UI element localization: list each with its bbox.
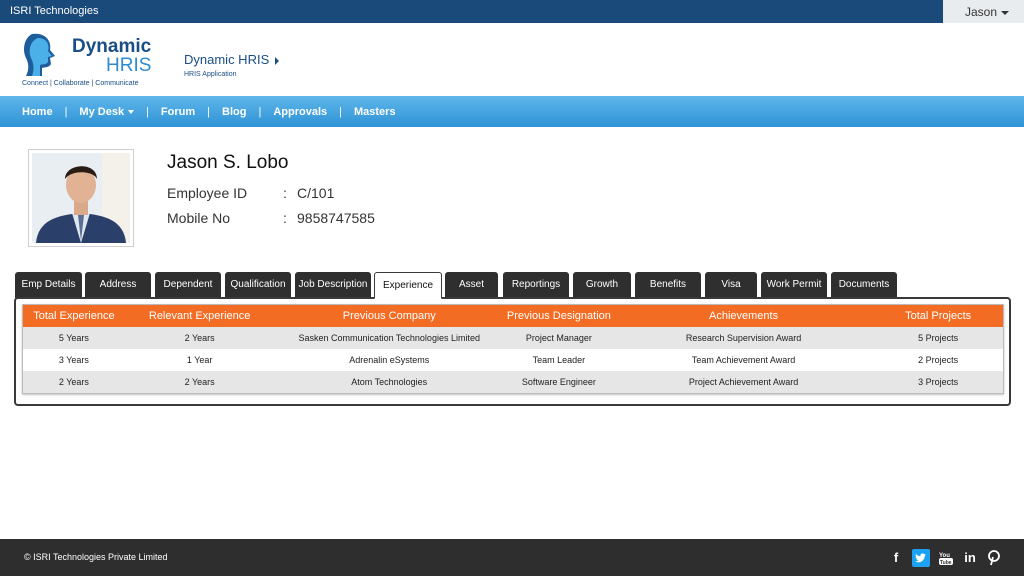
app-switcher[interactable]: Dynamic HRIS [184,52,280,67]
table-cell: 2 Years [58,377,89,387]
table-cell: Team Leader [532,355,586,365]
table-cell: Software Engineer [521,377,596,387]
header: Dynamic HRIS Connect | Collaborate | Com… [0,23,1024,96]
nav-separator: | [64,105,68,118]
employee-id-label: Employee ID [167,185,248,201]
table-row: 2 Years 2 Years Atom Technologies Softwa… [23,371,1003,393]
tab-asset[interactable]: Asset [445,272,498,298]
tab-dependent[interactable]: Dependent [155,272,221,298]
main-nav: Home | My Desk | Forum | Blog | Approval… [0,96,1024,127]
column-header: Previous Company [342,310,436,322]
table-cell: 3 Years [58,355,89,365]
tab-qualification[interactable]: Qualification [225,272,291,298]
nav-forum[interactable]: Forum [161,106,195,118]
tab-job-description[interactable]: Job Description [295,272,371,298]
nav-home[interactable]: Home [22,106,53,118]
svg-text:Tube: Tube [940,560,952,566]
separator: : [283,185,287,201]
column-header: Total Projects [905,310,972,322]
nav-separator: | [146,105,149,118]
employee-photo [28,149,134,247]
nav-my-desk-label: My Desk [79,105,125,118]
nav-my-desk[interactable]: My Desk [79,105,135,118]
table-cell: Project Achievement Award [688,377,799,387]
tab-work-permit[interactable]: Work Permit [761,272,827,298]
nav-separator: | [258,105,262,118]
tab-emp-details[interactable]: Emp Details [15,272,82,298]
table-cell: Sasken Communication Technologies Limite… [298,333,480,343]
table-cell: 3 Projects [918,377,959,387]
table-header: Total Experience Relevant Experience Pre… [23,305,1003,327]
employee-name: Jason S. Lobo [167,152,289,173]
table-cell: 5 Years [58,333,89,343]
tab-benefits[interactable]: Benefits [635,272,701,298]
nav-separator: | [339,105,342,118]
column-header: Achievements [708,310,779,322]
logo-icon [24,33,55,76]
experience-table: Total Experience Relevant Experience Pre… [22,304,1004,394]
chevron-down-icon [1001,10,1010,15]
mobile-label: Mobile No [167,210,231,226]
youtube-icon[interactable]: You Tube [938,550,954,566]
nav-masters[interactable]: Masters [354,106,396,118]
table-cell: Team Achievement Award [691,355,796,365]
experience-panel: Total Experience Relevant Experience Pre… [14,297,1011,406]
tab-documents[interactable]: Documents [831,272,897,298]
table-cell: Project Manager [525,333,592,343]
employee-id-row: Employee ID : C/101 [167,185,334,201]
column-header: Total Experience [33,310,115,322]
pinterest-icon[interactable] [986,550,1002,566]
mobile-row: Mobile No : 9858747585 [167,210,375,226]
mobile-value: 9858747585 [297,210,375,226]
chevron-down-icon [128,109,135,114]
top-bar: ISRI Technologies Jason [0,0,1024,23]
table-cell: 1 Year [186,355,213,365]
tab-growth[interactable]: Growth [573,272,631,298]
table-cell: Research Supervision Award [685,333,802,343]
tab-experience[interactable]: Experience [374,272,442,299]
nav-blog[interactable]: Blog [222,106,246,118]
company-name: ISRI Technologies [10,5,99,17]
facebook-icon[interactable]: f [888,550,904,566]
column-header: Previous Designation [506,310,611,322]
chevron-right-icon [275,56,280,65]
copyright-text: © ISRI Technologies Private Limited [24,552,168,562]
app-name: Dynamic HRIS [184,52,270,67]
app-subtitle: HRIS Application [184,71,237,78]
table-row: 3 Years 1 Year Adrenalin eSystems Team L… [23,349,1003,371]
table-body: 5 Years 2 Years Sasken Communication Tec… [23,327,1003,393]
twitter-icon[interactable] [912,549,930,567]
logo-subtitle: HRIS [106,55,152,76]
table-cell: Atom Technologies [351,377,428,387]
table-cell: 5 Projects [918,333,959,343]
nav-separator: | [207,105,211,118]
avatar [32,153,130,243]
tab-visa[interactable]: Visa [705,272,757,298]
social-links: f You Tube in [888,549,1002,567]
linkedin-icon[interactable]: in [962,550,978,566]
table-cell: Adrenalin eSystems [349,355,430,365]
separator: : [283,210,287,226]
table-row: 5 Years 2 Years Sasken Communication Tec… [23,327,1003,349]
table-cell: 2 Years [184,333,215,343]
tab-reportings[interactable]: Reportings [503,272,569,298]
logo-tagline: Connect | Collaborate | Communicate [22,80,139,87]
user-name: Jason [965,5,998,19]
tab-address[interactable]: Address [85,272,151,298]
table-cell: 2 Projects [918,355,959,365]
employee-id-value: C/101 [297,185,335,201]
user-menu[interactable]: Jason [943,0,1024,23]
footer: © ISRI Technologies Private Limited f Yo… [0,539,1024,576]
table-cell: 2 Years [184,377,215,387]
nav-approvals[interactable]: Approvals [273,106,327,118]
column-header: Relevant Experience [148,310,251,322]
